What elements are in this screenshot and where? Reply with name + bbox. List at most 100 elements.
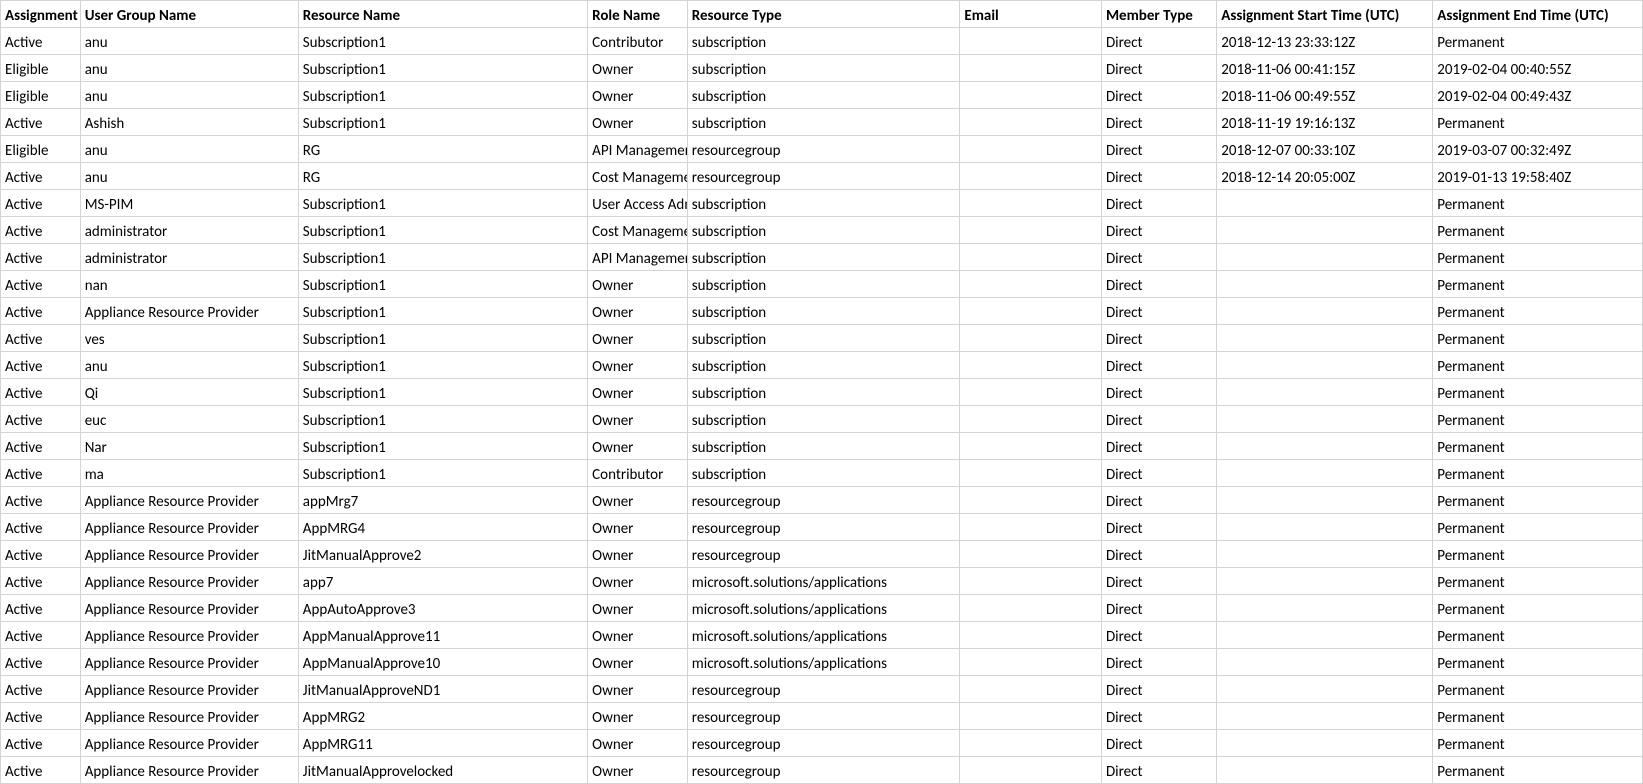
cell-user-group[interactable]: ma xyxy=(80,460,298,487)
table-row[interactable]: ActiveAppliance Resource ProviderAppMRG2… xyxy=(1,703,1643,730)
table-row[interactable]: ActiveNarSubscription1OwnersubscriptionD… xyxy=(1,433,1643,460)
cell-resource-name[interactable]: JitManualApprove2 xyxy=(298,541,587,568)
cell-resource-type[interactable]: resourcegroup xyxy=(687,487,960,514)
cell-start-time[interactable] xyxy=(1217,487,1433,514)
col-header-resource-name[interactable]: Resource Name xyxy=(298,1,587,28)
cell-start-time[interactable] xyxy=(1217,730,1433,757)
table-row[interactable]: ActiveanuRGCost ManagementresourcegroupD… xyxy=(1,163,1643,190)
cell-resource-type[interactable]: resourcegroup xyxy=(687,730,960,757)
cell-role-name[interactable]: Owner xyxy=(588,757,688,784)
cell-resource-name[interactable]: Subscription1 xyxy=(298,109,587,136)
cell-member-type[interactable]: Direct xyxy=(1101,757,1216,784)
cell-member-type[interactable]: Direct xyxy=(1101,541,1216,568)
cell-end-time[interactable]: Permanent xyxy=(1433,325,1643,352)
cell-user-group[interactable]: Appliance Resource Provider xyxy=(80,568,298,595)
cell-end-time[interactable]: Permanent xyxy=(1433,595,1643,622)
cell-end-time[interactable]: Permanent xyxy=(1433,514,1643,541)
cell-resource-type[interactable]: resourcegroup xyxy=(687,514,960,541)
cell-end-time[interactable]: Permanent xyxy=(1433,298,1643,325)
table-row[interactable]: EligibleanuSubscription1Ownersubscriptio… xyxy=(1,55,1643,82)
cell-email[interactable] xyxy=(960,730,1102,757)
cell-email[interactable] xyxy=(960,244,1102,271)
cell-email[interactable] xyxy=(960,163,1102,190)
cell-user-group[interactable]: Nar xyxy=(80,433,298,460)
cell-end-time[interactable]: Permanent xyxy=(1433,109,1643,136)
cell-role-name[interactable]: Owner xyxy=(588,568,688,595)
cell-role-name[interactable]: Owner xyxy=(588,622,688,649)
cell-end-time[interactable]: Permanent xyxy=(1433,541,1643,568)
cell-email[interactable] xyxy=(960,28,1102,55)
cell-member-type[interactable]: Direct xyxy=(1101,622,1216,649)
cell-assignment[interactable]: Active xyxy=(1,649,81,676)
cell-email[interactable] xyxy=(960,649,1102,676)
cell-role-name[interactable]: Owner xyxy=(588,379,688,406)
cell-user-group[interactable]: Appliance Resource Provider xyxy=(80,595,298,622)
cell-resource-type[interactable]: microsoft.solutions/applications xyxy=(687,622,960,649)
cell-start-time[interactable] xyxy=(1217,325,1433,352)
table-row[interactable]: ActiveAppliance Resource ProviderAppManu… xyxy=(1,622,1643,649)
cell-user-group[interactable]: anu xyxy=(80,136,298,163)
cell-resource-name[interactable]: AppAutoApprove3 xyxy=(298,595,587,622)
cell-role-name[interactable]: Owner xyxy=(588,325,688,352)
cell-role-name[interactable]: Owner xyxy=(588,82,688,109)
cell-member-type[interactable]: Direct xyxy=(1101,433,1216,460)
cell-assignment[interactable]: Active xyxy=(1,757,81,784)
cell-end-time[interactable]: Permanent xyxy=(1433,676,1643,703)
cell-resource-type[interactable]: subscription xyxy=(687,244,960,271)
cell-resource-type[interactable]: subscription xyxy=(687,406,960,433)
cell-member-type[interactable]: Direct xyxy=(1101,379,1216,406)
cell-resource-name[interactable]: Subscription1 xyxy=(298,55,587,82)
cell-user-group[interactable]: Appliance Resource Provider xyxy=(80,730,298,757)
cell-user-group[interactable]: nan xyxy=(80,271,298,298)
cell-resource-name[interactable]: Subscription1 xyxy=(298,244,587,271)
cell-email[interactable] xyxy=(960,352,1102,379)
cell-email[interactable] xyxy=(960,217,1102,244)
cell-start-time[interactable] xyxy=(1217,649,1433,676)
cell-user-group[interactable]: Appliance Resource Provider xyxy=(80,757,298,784)
cell-resource-name[interactable]: Subscription1 xyxy=(298,82,587,109)
cell-assignment[interactable]: Active xyxy=(1,325,81,352)
cell-member-type[interactable]: Direct xyxy=(1101,325,1216,352)
cell-role-name[interactable]: Owner xyxy=(588,541,688,568)
cell-assignment[interactable]: Active xyxy=(1,622,81,649)
cell-end-time[interactable]: 2019-01-13 19:58:40Z xyxy=(1433,163,1643,190)
cell-role-name[interactable]: API Management xyxy=(588,136,688,163)
col-header-role-name[interactable]: Role Name xyxy=(588,1,688,28)
cell-role-name[interactable]: Owner xyxy=(588,487,688,514)
cell-role-name[interactable]: Owner xyxy=(588,730,688,757)
col-header-end-time[interactable]: Assignment End Time (UTC) xyxy=(1433,1,1643,28)
cell-email[interactable] xyxy=(960,568,1102,595)
cell-role-name[interactable]: Owner xyxy=(588,298,688,325)
cell-resource-name[interactable]: Subscription1 xyxy=(298,28,587,55)
cell-resource-name[interactable]: appMrg7 xyxy=(298,487,587,514)
table-row[interactable]: ActiveAppliance Resource Providerapp7Own… xyxy=(1,568,1643,595)
cell-user-group[interactable]: Appliance Resource Provider xyxy=(80,622,298,649)
cell-role-name[interactable]: User Access Administrator xyxy=(588,190,688,217)
cell-start-time[interactable]: 2018-12-13 23:33:12Z xyxy=(1217,28,1433,55)
col-header-member-type[interactable]: Member Type xyxy=(1101,1,1216,28)
cell-resource-type[interactable]: subscription xyxy=(687,433,960,460)
table-row[interactable]: ActiveAppliance Resource ProviderAppAuto… xyxy=(1,595,1643,622)
cell-start-time[interactable] xyxy=(1217,244,1433,271)
cell-user-group[interactable]: Appliance Resource Provider xyxy=(80,703,298,730)
cell-assignment[interactable]: Eligible xyxy=(1,55,81,82)
cell-member-type[interactable]: Direct xyxy=(1101,487,1216,514)
cell-assignment[interactable]: Active xyxy=(1,217,81,244)
cell-assignment[interactable]: Active xyxy=(1,514,81,541)
table-row[interactable]: ActiveAppliance Resource ProviderappMrg7… xyxy=(1,487,1643,514)
assignments-table[interactable]: Assignment User Group Name Resource Name… xyxy=(0,0,1643,784)
cell-member-type[interactable]: Direct xyxy=(1101,298,1216,325)
table-row[interactable]: ActiveanuSubscription1Contributorsubscri… xyxy=(1,28,1643,55)
cell-assignment[interactable]: Active xyxy=(1,487,81,514)
cell-member-type[interactable]: Direct xyxy=(1101,352,1216,379)
cell-resource-name[interactable]: AppMRG2 xyxy=(298,703,587,730)
table-row[interactable]: ActivenanSubscription1OwnersubscriptionD… xyxy=(1,271,1643,298)
cell-start-time[interactable] xyxy=(1217,703,1433,730)
cell-assignment[interactable]: Active xyxy=(1,163,81,190)
cell-email[interactable] xyxy=(960,487,1102,514)
cell-resource-type[interactable]: subscription xyxy=(687,325,960,352)
cell-assignment[interactable]: Eligible xyxy=(1,136,81,163)
cell-resource-name[interactable]: Subscription1 xyxy=(298,298,587,325)
cell-end-time[interactable]: Permanent xyxy=(1433,487,1643,514)
cell-email[interactable] xyxy=(960,541,1102,568)
